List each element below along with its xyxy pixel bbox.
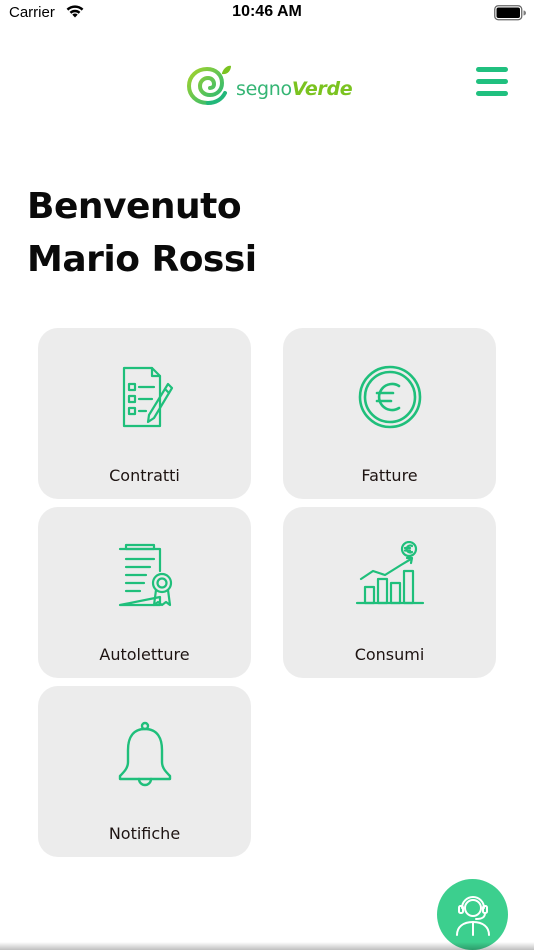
status-bar: Carrier 10:46 AM [0,0,534,30]
tile-autoletture[interactable]: Autoletture [38,507,251,678]
logo-wordmark: segnoVerde [236,78,353,100]
tile-label: Contratti [109,466,180,485]
tile-fatture[interactable]: Fatture [283,328,496,499]
euro-circle-icon [358,365,421,429]
tile-label: Consumi [354,645,425,664]
menu-bar-top [476,67,508,72]
bell-icon [118,721,171,787]
app-screen: Carrier 10:46 AM segnoVerde Benvenuto Ma… [0,0,534,950]
app-header: segnoVerde [0,55,534,115]
contract-document-pen-icon [122,366,173,428]
menu-bar-bottom [476,91,508,96]
bottom-shadow [0,942,534,950]
battery-icon [494,5,526,21]
tile-notifiche[interactable]: Notifiche [38,686,251,857]
segnoverde-logo: segnoVerde [186,63,353,107]
tile-label: Fatture [361,466,418,485]
welcome-heading: Benvenuto Mario Rossi [27,180,257,286]
welcome-user-name: Mario Rossi [27,239,257,280]
customer-support-button[interactable] [437,879,508,950]
bar-chart-euro-icon [355,541,424,605]
hamburger-menu-icon[interactable] [474,67,510,101]
welcome-greeting: Benvenuto [27,186,242,227]
menu-bar-middle [476,79,508,84]
logo-text-segno: segno [236,78,292,100]
status-time: 10:46 AM [232,3,302,20]
customer-support-headset-icon [456,896,490,936]
tile-label: Autoletture [99,645,190,664]
tile-label: Notifiche [108,824,181,843]
spiral-leaf-logo [186,65,231,105]
certificate-document-icon [118,543,172,607]
tile-contratti[interactable]: Contratti [38,328,251,499]
logo-text-verde: Verde [291,78,353,100]
tile-consumi[interactable]: Consumi [283,507,496,678]
